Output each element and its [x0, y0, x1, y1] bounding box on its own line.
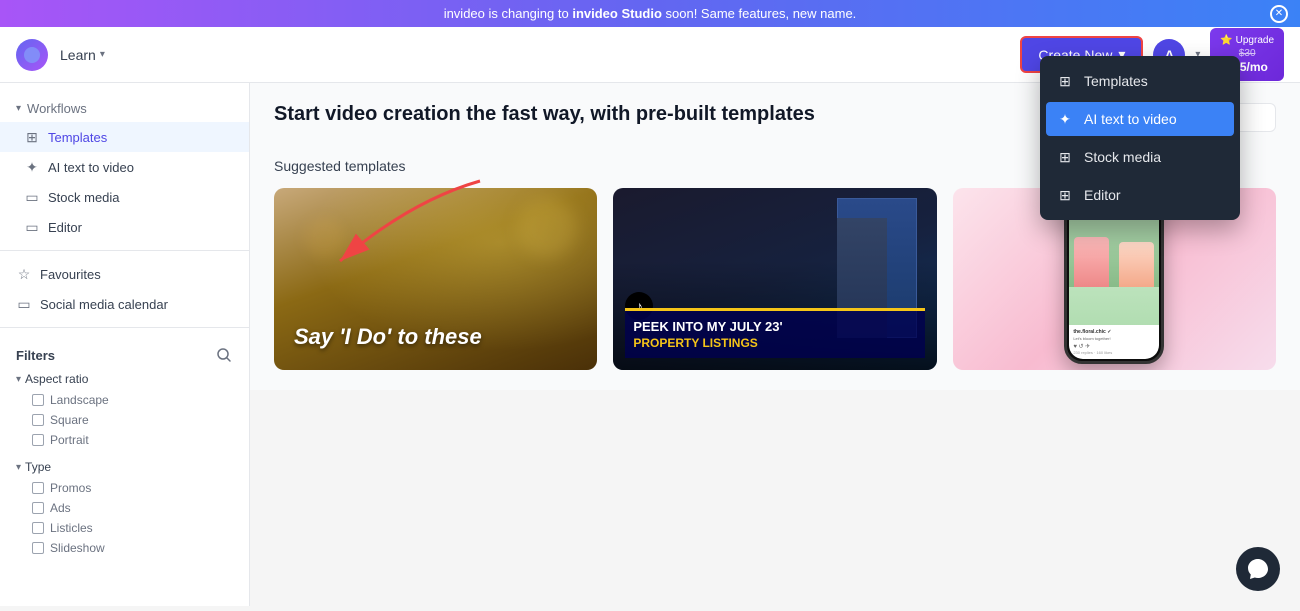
filter-landscape[interactable]: Landscape	[16, 390, 233, 410]
square-checkbox[interactable]	[32, 414, 44, 426]
editor-icon: ▭	[24, 219, 40, 235]
filter-promos[interactable]: Promos	[16, 478, 233, 498]
chevron-down-icon: ▾	[100, 49, 105, 60]
filter-listicles[interactable]: Listicles	[16, 518, 233, 538]
chat-button[interactable]	[1236, 547, 1280, 591]
grid-icon: ⊞	[1056, 72, 1074, 90]
announcement-banner: invideo is changing to invideo Studio so…	[0, 0, 1300, 27]
ai-icon: ✦	[1056, 110, 1074, 128]
property-text-line2: PROPERTY LISTINGS	[633, 336, 916, 350]
promos-checkbox[interactable]	[32, 482, 44, 494]
divider	[0, 327, 249, 328]
logo	[16, 39, 48, 71]
divider	[0, 250, 249, 251]
ads-checkbox[interactable]	[32, 502, 44, 514]
type-header[interactable]: ▾ Type	[16, 460, 233, 474]
sidebar-item-editor[interactable]: ▭ Editor	[0, 212, 249, 242]
media-icon: ⊞	[1056, 148, 1074, 166]
filter-search-icon[interactable]	[215, 346, 233, 364]
chevron-down-icon: ▾	[16, 374, 21, 385]
media-icon: ▭	[24, 189, 40, 205]
editor-icon: ⊞	[1056, 186, 1074, 204]
filter-portrait[interactable]: Portrait	[16, 430, 233, 450]
banner-text: invideo is changing to invideo Studio so…	[444, 6, 857, 21]
dropdown-item-stock-media[interactable]: ⊞ Stock media	[1040, 138, 1240, 176]
banner-close-icon[interactable]: ✕	[1270, 5, 1288, 23]
star-icon: ☆	[16, 266, 32, 282]
property-text-line1: PEEK INTO MY JULY 23'	[633, 319, 916, 336]
workflows-section[interactable]: ▾ Workflows	[0, 95, 249, 122]
slideshow-checkbox[interactable]	[32, 542, 44, 554]
template-card-wedding[interactable]: Say 'I Do' to these	[274, 188, 597, 370]
aspect-ratio-filter: ▾ Aspect ratio Landscape Square Portrait	[16, 372, 233, 450]
create-new-dropdown: ⊞ Templates ✦ AI text to video ⊞ Stock m…	[1040, 56, 1240, 220]
type-filter: ▾ Type Promos Ads Listicles Slides	[16, 460, 233, 558]
filters-section: Filters ▾ Aspect ratio Landscape	[0, 336, 249, 578]
aspect-ratio-header[interactable]: ▾ Aspect ratio	[16, 372, 233, 386]
chevron-down-icon: ▾	[16, 462, 21, 473]
portrait-checkbox[interactable]	[32, 434, 44, 446]
chevron-down-icon: ▾	[16, 103, 21, 114]
sidebar-item-templates[interactable]: ⊞ Templates	[0, 122, 249, 152]
dropdown-item-ai-text[interactable]: ✦ AI text to video	[1046, 102, 1234, 136]
card-text-overlay: Say 'I Do' to these	[294, 324, 577, 350]
template-card-property[interactable]: ♪ PEEK INTO MY JULY 23' PROPERTY LISTING…	[613, 188, 936, 370]
filter-square[interactable]: Square	[16, 410, 233, 430]
filter-ads[interactable]: Ads	[16, 498, 233, 518]
landscape-checkbox[interactable]	[32, 394, 44, 406]
ai-icon: ✦	[24, 159, 40, 175]
listicles-checkbox[interactable]	[32, 522, 44, 534]
dropdown-item-templates[interactable]: ⊞ Templates	[1040, 62, 1240, 100]
sidebar-item-social-calendar[interactable]: ▭ Social media calendar	[0, 289, 249, 319]
filters-header: Filters	[16, 346, 233, 364]
sidebar-item-favourites[interactable]: ☆ Favourites	[0, 259, 249, 289]
grid-icon: ⊞	[24, 129, 40, 145]
learn-button[interactable]: Learn ▾	[60, 47, 105, 63]
sidebar-item-ai-text[interactable]: ✦ AI text to video	[0, 152, 249, 182]
sidebar-item-stock-media[interactable]: ▭ Stock media	[0, 182, 249, 212]
sidebar: ▾ Workflows ⊞ Templates ✦ AI text to vid…	[0, 83, 250, 606]
page-title: Start video creation the fast way, with …	[274, 103, 815, 126]
filter-slideshow[interactable]: Slideshow	[16, 538, 233, 558]
calendar-icon: ▭	[16, 296, 32, 312]
dropdown-item-editor[interactable]: ⊞ Editor	[1040, 176, 1240, 214]
